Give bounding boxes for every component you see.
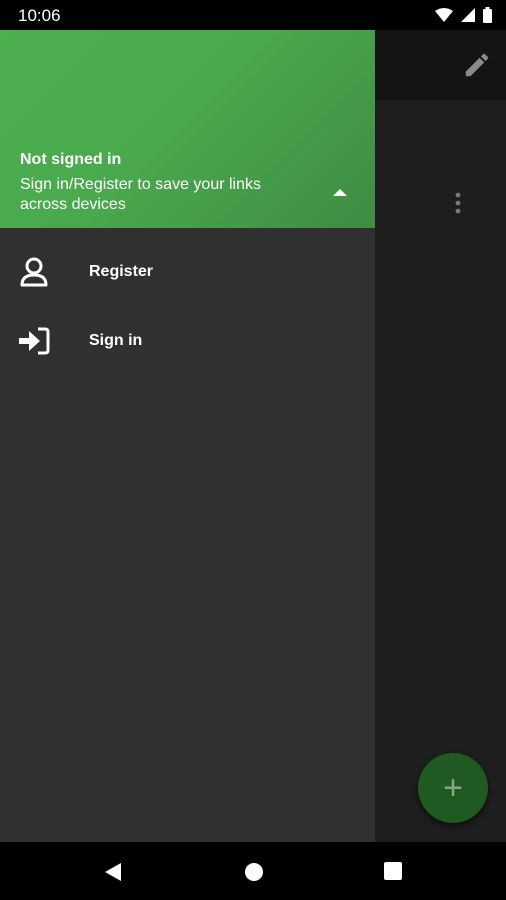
arrow-drop-up-icon[interactable] (333, 188, 347, 198)
person-icon (20, 257, 48, 287)
overflow-menu-button[interactable] (448, 188, 468, 218)
sign-in-icon (19, 327, 50, 355)
wifi-icon (435, 8, 453, 22)
status-icons (435, 7, 492, 23)
account-status-subtitle: Sign in/Register to save your links acro… (20, 176, 261, 213)
more-vert-icon (455, 192, 461, 214)
edit-icon (465, 53, 489, 77)
plus-icon: + (443, 769, 463, 807)
status-time: 10:06 (18, 6, 61, 25)
navigation-drawer: Not signed in Sign in/Register to save y… (0, 30, 375, 842)
drawer-header[interactable]: Not signed in Sign in/Register to save y… (0, 30, 375, 228)
home-icon[interactable] (244, 862, 264, 882)
drawer-item-label: Sign in (89, 332, 143, 349)
add-link-fab[interactable]: + (418, 753, 488, 823)
account-status-title: Not signed in (20, 151, 122, 168)
edit-button[interactable] (462, 50, 492, 80)
drawer-item-label: Register (89, 263, 154, 280)
system-nav-bar (0, 842, 506, 900)
drawer-item-register[interactable]: Register (0, 243, 375, 303)
battery-icon (483, 7, 492, 23)
recents-icon[interactable] (384, 862, 402, 880)
drawer-item-sign-in[interactable]: Sign in (0, 312, 375, 372)
status-bar: 10:06 (0, 0, 506, 30)
back-icon[interactable] (103, 862, 123, 882)
signal-icon (461, 8, 475, 22)
